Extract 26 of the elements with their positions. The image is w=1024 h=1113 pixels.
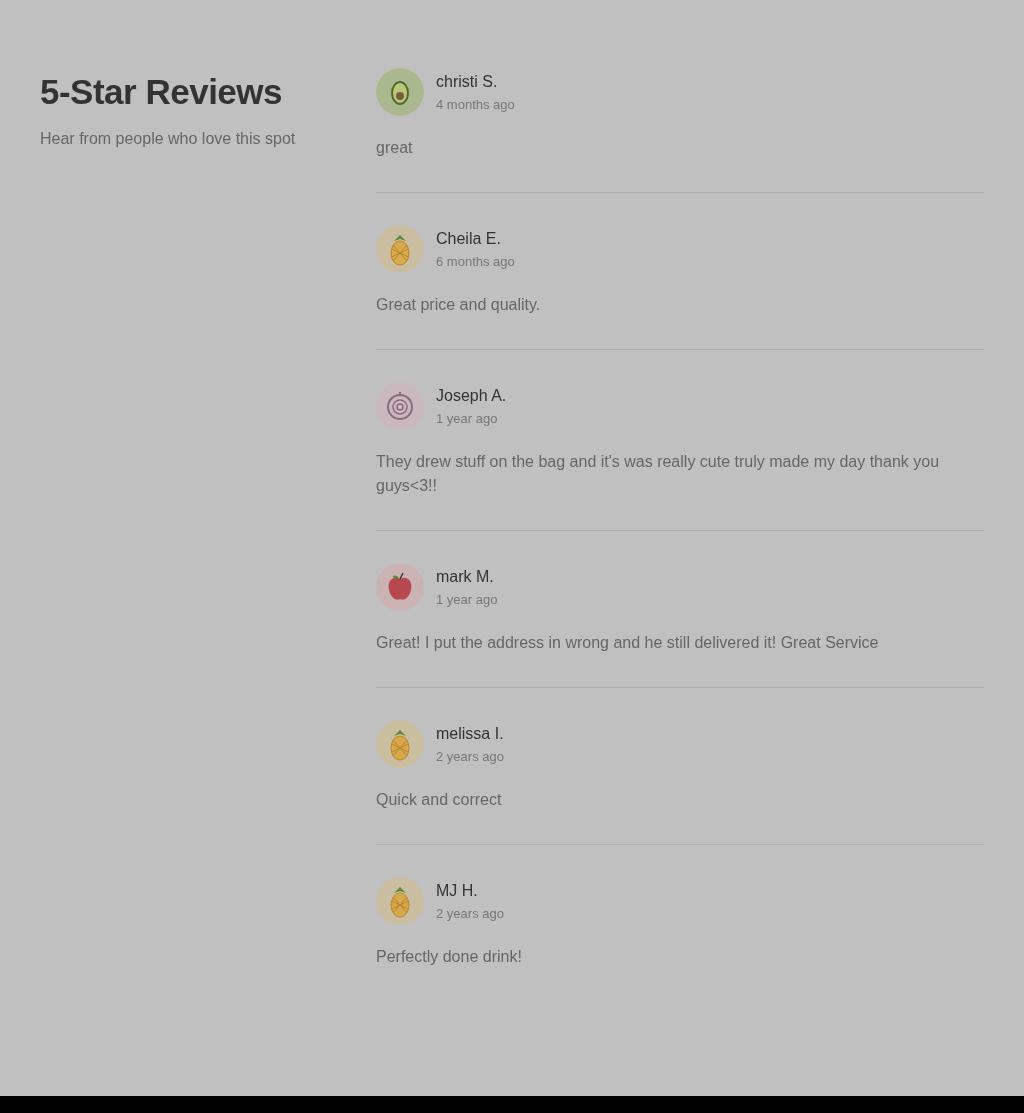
pineapple-icon	[376, 225, 424, 273]
onion-icon	[376, 382, 424, 430]
reviewer-name: MJ H.	[436, 881, 479, 900]
review-time: 2 years ago	[436, 748, 504, 764]
reviewer-name: Joseph A.	[436, 386, 507, 405]
pineapple-icon	[376, 720, 424, 768]
avocado-icon	[376, 68, 424, 116]
review-text: They drew stuff on the bag and it's was really cute truly made my day thank you guys<3!!	[376, 452, 941, 496]
reviewer-name: mark M.	[436, 567, 495, 586]
section-title: 5-Star Reviews	[40, 72, 284, 112]
review-text: Great price and quality.	[376, 295, 542, 315]
apple-icon	[376, 563, 424, 611]
review-time: 1 year ago	[436, 591, 498, 607]
reviewer-name: Cheila E.	[436, 229, 502, 248]
review-text: great	[376, 138, 414, 158]
review-time: 1 year ago	[436, 410, 499, 426]
review-time: 4 months ago	[436, 96, 515, 112]
pineapple-icon	[376, 877, 424, 925]
review-text: Quick and correct	[376, 790, 503, 810]
section-subtitle: Hear from people who love this spot	[40, 130, 297, 148]
reviewer-name: christi S.	[436, 72, 499, 91]
review-time: 6 months ago	[436, 253, 515, 269]
review-text: Great! I put the address in wrong and he still delivered it! Great Service	[376, 633, 880, 653]
review-time: 2 years ago	[436, 905, 504, 921]
review-text: Perfectly done drink!	[376, 947, 523, 967]
reviewer-name: melissa I.	[436, 724, 504, 743]
